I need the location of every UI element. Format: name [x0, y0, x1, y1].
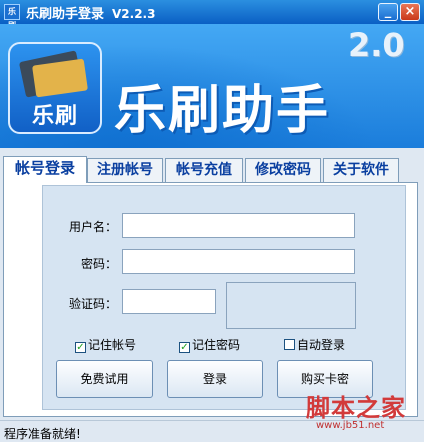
captcha-input[interactable] [122, 289, 216, 314]
tab-bar: 帐号登录 注册帐号 帐号充值 修改密码 关于软件 [3, 156, 423, 183]
remember-password-checkbox[interactable]: ✓ 记住密码 [179, 336, 240, 353]
free-trial-button[interactable]: 免费试用 [56, 360, 153, 398]
login-panel: 用户名： 密码： 验证码： ✓ 记住帐号 ✓ 记住密码 自动登录 免费试用 登录 购… [3, 182, 418, 417]
window-title-text: 乐刷助手登录 [26, 7, 105, 22]
app-icon: 乐刷 [4, 4, 20, 30]
checkbox-checked-icon[interactable]: ✓ [179, 342, 190, 353]
login-button[interactable]: 登录 [167, 360, 263, 398]
banner-title: 乐刷助手 [114, 81, 331, 141]
checkbox-unchecked-icon[interactable] [284, 339, 295, 350]
login-form: 用户名： 密码： 验证码： ✓ 记住帐号 ✓ 记住密码 自动登录 免费试用 登录 购… [42, 185, 406, 410]
password-label: 密码： [81, 257, 118, 271]
tab-about[interactable]: 关于软件 [323, 158, 399, 182]
app-logo: 乐刷 [8, 42, 102, 134]
minimize-button[interactable]: _ [378, 3, 398, 21]
captcha-image[interactable] [226, 282, 356, 329]
tab-change-password[interactable]: 修改密码 [245, 158, 321, 182]
watermark-url: www.jb51.net [316, 420, 385, 431]
banner: 乐刷 乐刷助手 2.0 [0, 24, 424, 148]
username-label: 用户名： [69, 220, 118, 234]
window-title: 乐刷助手登录 V2.2.3 [26, 3, 155, 22]
window-version: V2.2.3 [112, 7, 156, 21]
remember-account-label: 记住帐号 [88, 338, 137, 352]
logo-text: 乐刷 [31, 104, 78, 129]
auto-login-checkbox[interactable]: 自动登录 [284, 336, 345, 353]
card-icon-gold [32, 58, 88, 98]
checkbox-checked-icon[interactable]: ✓ [75, 342, 86, 353]
tab-register[interactable]: 注册帐号 [87, 158, 163, 182]
banner-version: 2.0 [348, 26, 405, 64]
tab-account-login[interactable]: 帐号登录 [3, 156, 87, 183]
username-input[interactable] [122, 213, 355, 238]
status-text: 程序准备就绪! [4, 427, 81, 441]
password-input[interactable] [122, 249, 355, 274]
close-button[interactable]: × [400, 3, 420, 21]
title-bar: 乐刷 乐刷助手登录 V2.2.3 _ × [0, 0, 424, 30]
auto-login-label: 自动登录 [297, 338, 346, 352]
remember-account-checkbox[interactable]: ✓ 记住帐号 [75, 336, 136, 353]
watermark-logo: 脚本之家 [306, 394, 406, 422]
remember-password-label: 记住密码 [192, 338, 241, 352]
tab-recharge[interactable]: 帐号充值 [165, 158, 243, 182]
captcha-label: 验证码： [69, 297, 118, 311]
